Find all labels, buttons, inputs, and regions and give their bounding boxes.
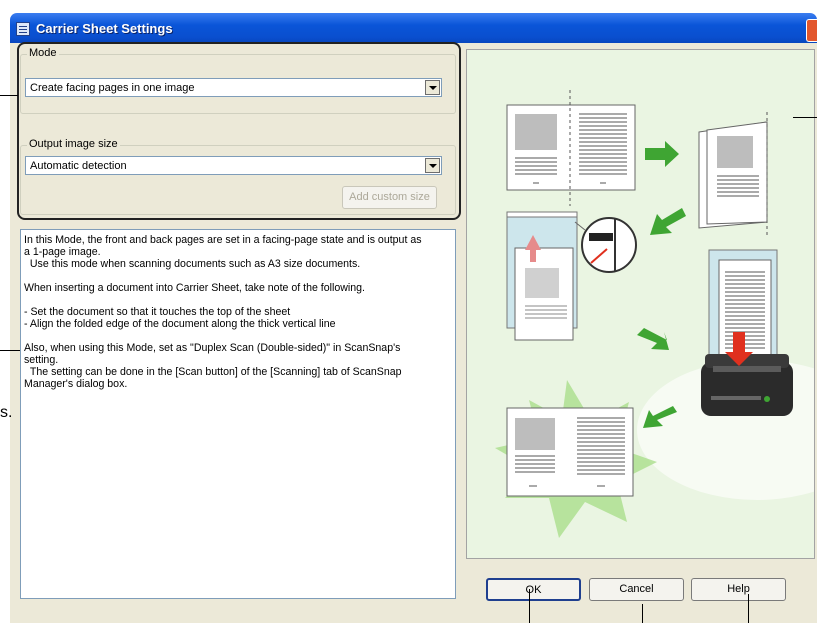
carrier-sheet-illustration <box>467 50 817 558</box>
callout-line-ok <box>529 589 530 623</box>
window-title: Carrier Sheet Settings <box>36 21 173 36</box>
description-text: In this Mode, the front and back pages a… <box>20 229 456 599</box>
spread-document-bottom <box>506 407 634 497</box>
title-bar[interactable]: Carrier Sheet Settings <box>10 13 817 43</box>
spread-document-top <box>506 90 636 206</box>
cancel-button[interactable]: Cancel <box>589 578 684 601</box>
window-menu-icon[interactable] <box>16 22 30 36</box>
callout-line-help <box>748 594 749 623</box>
folded-document <box>698 112 768 238</box>
page-edge-text: s. <box>0 404 13 421</box>
callout-line-mode <box>0 95 18 96</box>
callout-line-description <box>0 350 20 351</box>
callout-line-illustration <box>793 117 817 118</box>
close-button[interactable] <box>806 19 817 42</box>
illustration-panel <box>466 49 817 559</box>
callout-line-cancel <box>642 604 643 623</box>
settings-callout-frame <box>17 42 461 220</box>
ok-button[interactable]: OK <box>486 578 581 601</box>
help-button[interactable]: Help <box>691 578 786 601</box>
